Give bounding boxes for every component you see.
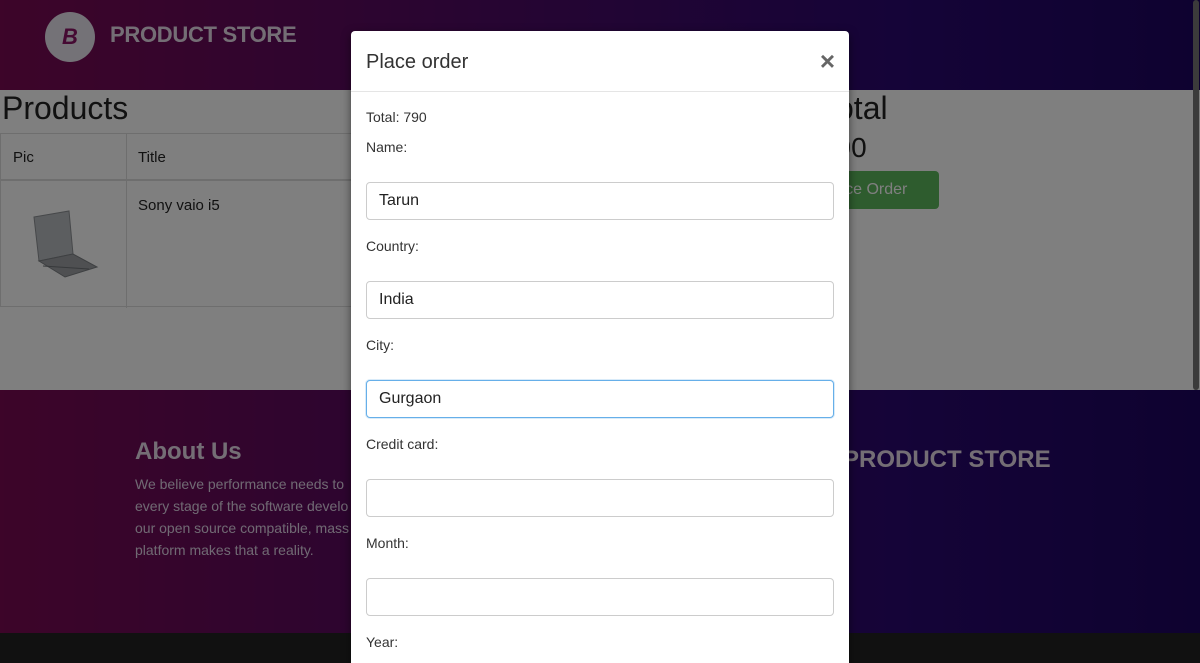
year-label: Year: — [366, 634, 399, 650]
month-label: Month: — [366, 535, 409, 551]
city-input[interactable] — [366, 380, 834, 418]
country-input[interactable] — [366, 281, 834, 319]
city-label: City: — [366, 337, 394, 353]
credit-card-label: Credit card: — [366, 436, 439, 452]
name-input[interactable] — [366, 182, 834, 220]
country-label: Country: — [366, 238, 419, 254]
modal-header: Place order × — [351, 31, 849, 92]
close-icon[interactable]: × — [820, 48, 835, 74]
order-total: Total: 790 — [366, 109, 427, 125]
month-input[interactable] — [366, 578, 834, 616]
modal-title: Place order — [366, 51, 469, 73]
credit-card-input[interactable] — [366, 479, 834, 517]
name-label: Name: — [366, 139, 408, 155]
place-order-modal: Place order × Total: 790 Name: Country: … — [351, 31, 849, 663]
